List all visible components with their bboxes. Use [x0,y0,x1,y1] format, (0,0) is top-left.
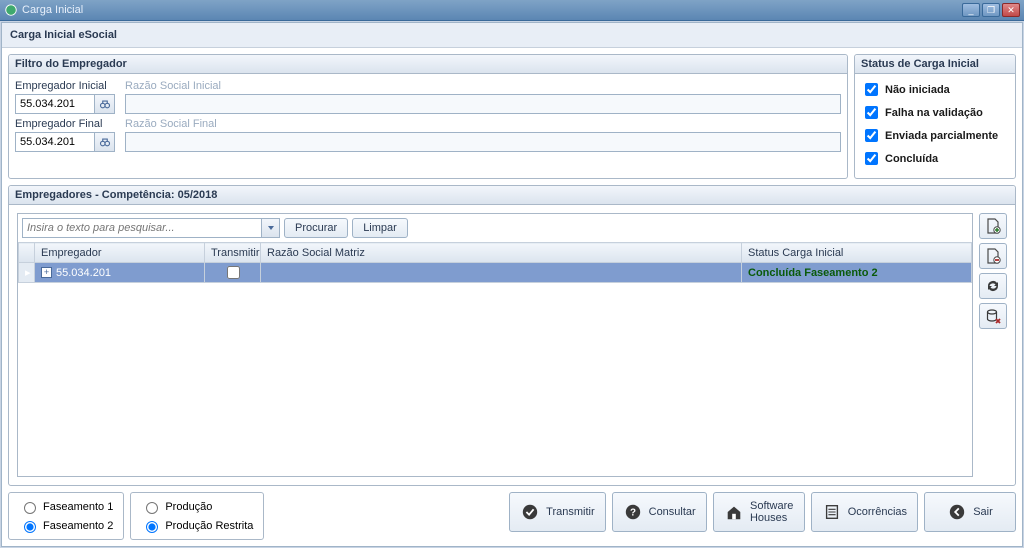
grid-indicator-header [19,243,35,263]
binoculars-icon [99,98,111,110]
procurar-button[interactable]: Procurar [284,218,348,238]
status-group: Status de Carga Inicial Não iniciada Fal… [854,54,1016,179]
producao-restrita-radio[interactable] [146,521,158,533]
maximize-button[interactable]: ❐ [982,3,1000,17]
binoculars-icon [99,136,111,148]
refresh-button[interactable] [979,273,1007,299]
status-group-header: Status de Carga Inicial [855,55,1015,74]
filter-group: Filtro do Empregador Empregador Inicial [8,54,848,179]
employers-grid[interactable]: Empregador Transmitir Razão Social Matri… [18,242,972,283]
razao-inicial-input[interactable] [125,94,841,114]
status-label: Concluída [885,153,938,165]
row-transmitir-checkbox[interactable] [227,266,240,279]
row-indicator: ▸ [19,263,35,283]
cell-empregador: +55.034.201 [35,263,205,283]
ocorrencias-button[interactable]: Ocorrências [811,492,918,532]
status-enviada-parcial-checkbox[interactable] [865,129,878,142]
status-label: Não iniciada [885,84,950,96]
producao-box: Produção Produção Restrita [130,492,264,540]
page-title: Carga Inicial eSocial [2,23,1022,48]
empregador-inicial-label: Empregador Inicial [15,80,119,92]
check-circle-icon [520,502,540,522]
razao-final-label: Razão Social Final [125,118,841,130]
cell-transmitir[interactable] [205,263,261,283]
empregador-inicial-input[interactable] [15,94,95,114]
status-falha-checkbox[interactable] [865,106,878,119]
refresh-icon [985,278,1001,294]
status-nao-iniciada-checkbox[interactable] [865,83,878,96]
col-status[interactable]: Status Carga Inicial [742,243,972,263]
status-label: Falha na validação [885,107,983,119]
radio-label: Produção [165,501,212,513]
window-title: Carga Inicial [22,4,962,16]
app-icon [4,3,18,17]
faseamento-box: Faseamento 1 Faseamento 2 [8,492,124,540]
minimize-button[interactable]: _ [962,3,980,17]
employers-group-header: Empregadores - Competência: 05/2018 [9,186,1015,205]
grid-search-dropdown[interactable] [262,218,280,238]
db-delete-button[interactable] [979,303,1007,329]
transmitir-button[interactable]: Transmitir [509,492,605,532]
title-bar: Carga Inicial _ ❐ ✕ [0,0,1024,21]
razao-inicial-label: Razão Social Inicial [125,80,841,92]
col-empregador[interactable]: Empregador [35,243,205,263]
grid-empty-area [18,283,972,476]
empregador-inicial-lookup-button[interactable] [95,94,115,114]
faseamento-1-radio[interactable] [24,502,36,514]
cell-razao-matriz [261,263,742,283]
home-icon [724,502,744,522]
cell-status: Concluída Faseamento 2 [742,263,972,283]
col-razao-matriz[interactable]: Razão Social Matriz [261,243,742,263]
radio-label: Faseamento 2 [43,520,113,532]
status-label: Enviada parcialmente [885,130,998,142]
limpar-button[interactable]: Limpar [352,218,408,238]
doc-add-icon [985,218,1001,234]
radio-label: Produção Restrita [165,520,253,532]
svg-text:?: ? [630,508,636,519]
doc-remove-button[interactable] [979,243,1007,269]
list-icon [822,502,842,522]
col-transmitir[interactable]: Transmitir [205,243,261,263]
producao-radio[interactable] [146,502,158,514]
employers-grid-container: Procurar Limpar Empregador Transmitir [17,213,973,477]
question-circle-icon: ? [623,502,643,522]
empregador-final-input[interactable] [15,132,95,152]
consultar-button[interactable]: ? Consultar [612,492,707,532]
grid-side-toolbar [979,213,1007,477]
expand-icon[interactable]: + [41,267,52,278]
empregador-final-lookup-button[interactable] [95,132,115,152]
doc-add-button[interactable] [979,213,1007,239]
sair-button[interactable]: Sair [924,492,1016,532]
grid-search-combo[interactable] [22,218,280,238]
software-houses-button[interactable]: Software Houses [713,492,805,532]
chevron-down-icon [268,226,274,230]
faseamento-2-radio[interactable] [24,521,36,533]
status-concluida-checkbox[interactable] [865,152,878,165]
table-row[interactable]: ▸ +55.034.201 Concluída Faseamento 2 [19,263,972,283]
grid-search-input[interactable] [22,218,262,238]
razao-final-input[interactable] [125,132,841,152]
db-delete-icon [985,308,1001,324]
filter-group-header: Filtro do Empregador [9,55,847,74]
doc-remove-icon [985,248,1001,264]
close-button[interactable]: ✕ [1002,3,1020,17]
back-arrow-icon [947,502,967,522]
radio-label: Faseamento 1 [43,501,113,513]
empregador-final-label: Empregador Final [15,118,119,130]
employers-group: Empregadores - Competência: 05/2018 Proc… [8,185,1016,486]
